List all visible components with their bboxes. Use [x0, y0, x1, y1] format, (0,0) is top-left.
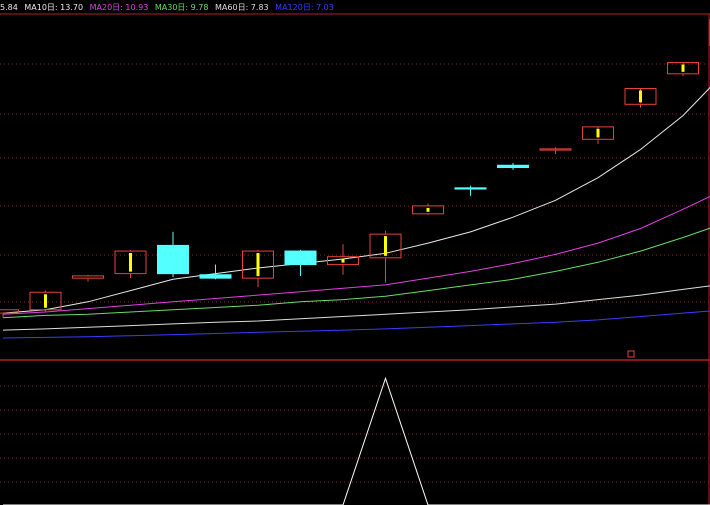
ma-line-ma30	[2, 227, 710, 319]
candle-body-7	[284, 250, 317, 266]
candle-body-5	[199, 274, 232, 279]
candle-body-12	[497, 164, 529, 169]
candle-fill-1	[44, 294, 47, 308]
candle-fill-3	[129, 253, 132, 272]
ma-line-ma120	[2, 310, 710, 339]
candle-fill-14	[596, 128, 600, 138]
candle-fill-8	[341, 258, 345, 263]
ma-line-ma20	[2, 195, 710, 315]
ma-line-ma10	[2, 86, 710, 314]
candle-fill-6	[256, 253, 260, 277]
candle-fill-10	[426, 207, 430, 212]
candle-fill-15	[639, 90, 642, 103]
candle-fill-16	[681, 64, 685, 72]
candle-body-11	[454, 187, 487, 190]
candle-body-2	[72, 275, 104, 279]
indicator-line	[3, 376, 710, 505]
candle-fill-9	[384, 236, 387, 256]
rise-marker-icon	[627, 350, 635, 358]
kline-chart[interactable]: ← 20.20	[0, 0, 710, 505]
candle-body-4	[157, 244, 189, 275]
candle-body-13	[539, 148, 572, 151]
